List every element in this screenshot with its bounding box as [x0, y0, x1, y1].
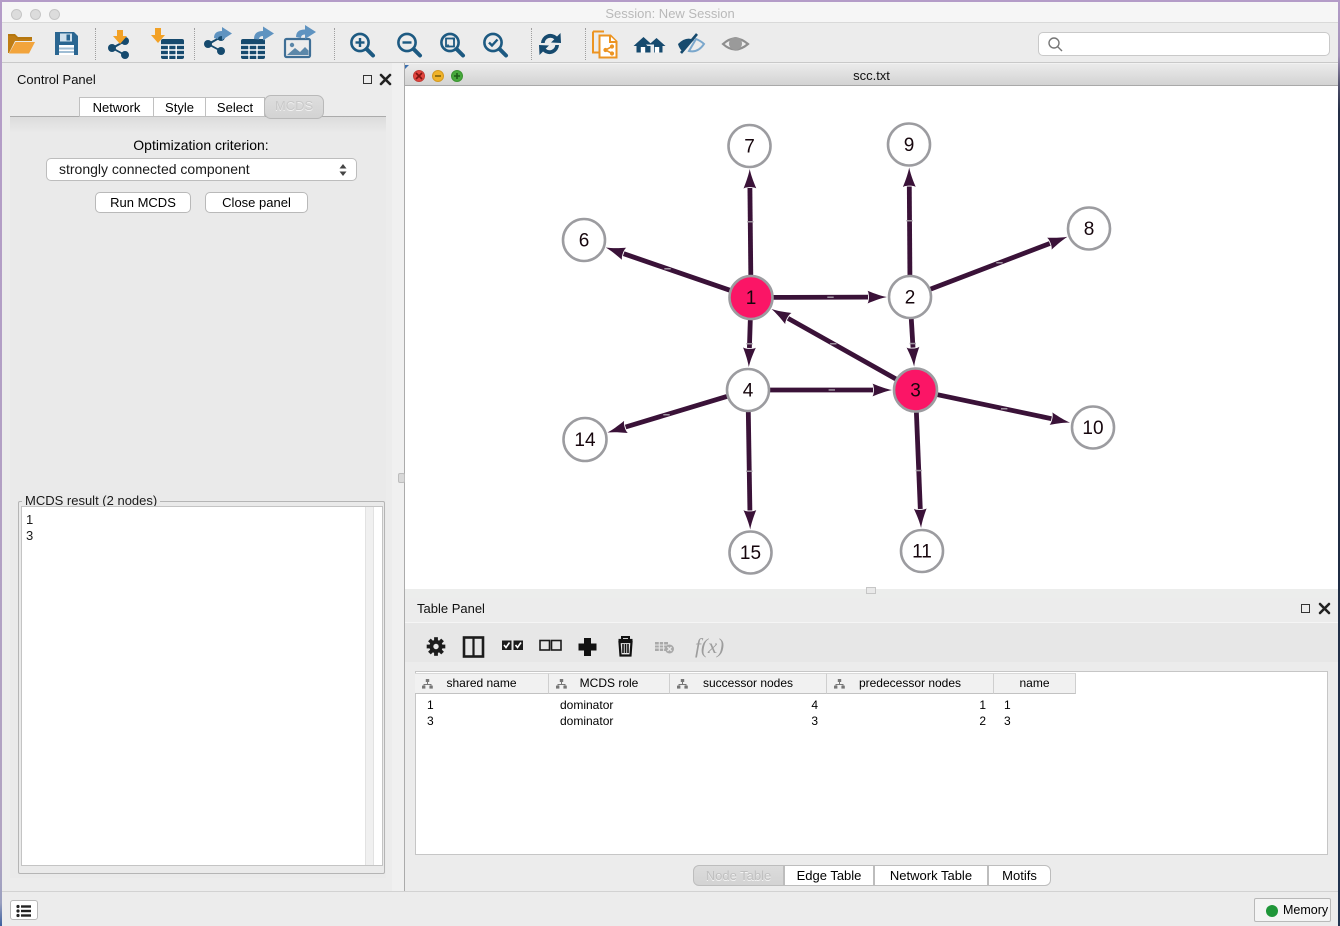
svg-text:14: 14 — [574, 430, 596, 451]
svg-text:9: 9 — [904, 135, 915, 156]
svg-text:8: 8 — [1084, 219, 1095, 240]
svg-text:15: 15 — [740, 543, 761, 564]
svg-text:7: 7 — [744, 137, 755, 158]
svg-text:1: 1 — [746, 288, 757, 309]
svg-text:11: 11 — [912, 542, 932, 563]
svg-text:2: 2 — [905, 288, 916, 309]
svg-text:6: 6 — [579, 231, 590, 252]
svg-text:3: 3 — [910, 381, 921, 402]
svg-text:f(x): f(x) — [695, 634, 724, 658]
svg-text:4: 4 — [743, 381, 754, 402]
svg-text:10: 10 — [1082, 418, 1103, 439]
